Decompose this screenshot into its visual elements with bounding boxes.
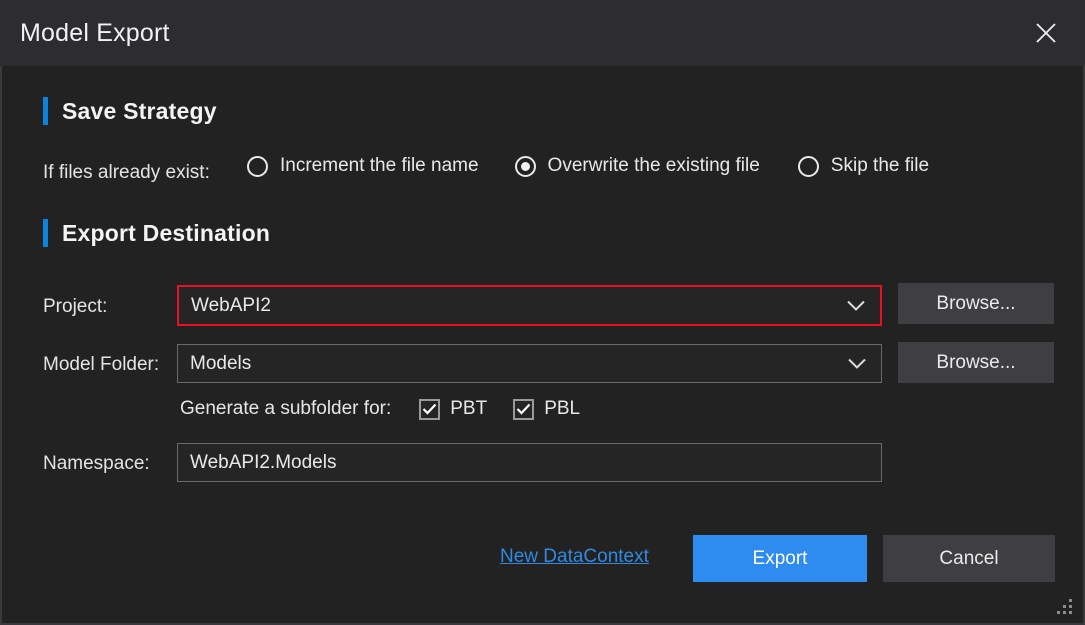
project-combobox[interactable]: WebAPI2 (177, 285, 882, 326)
radio-increment-file-name[interactable]: Increment the file name (247, 155, 479, 177)
model-folder-browse-label: Browse... (936, 351, 1016, 373)
checkbox-label: PBT (450, 398, 488, 419)
export-destination-title: Export Destination (62, 219, 271, 246)
close-button[interactable] (1025, 12, 1067, 54)
export-label: Export (752, 547, 808, 569)
checkbox-pbt[interactable]: PBT (419, 398, 487, 420)
radio-icon (514, 155, 536, 177)
namespace-value: WebAPI2.Models (190, 451, 337, 473)
save-strategy-header: Save Strategy (43, 97, 217, 125)
project-browse-button[interactable]: Browse... (898, 283, 1054, 324)
save-strategy-title: Save Strategy (62, 97, 217, 124)
radio-label: Overwrite the existing file (547, 155, 760, 176)
chevron-down-icon (847, 357, 867, 370)
radio-icon (247, 155, 268, 177)
radio-skip-file[interactable]: Skip the file (797, 155, 930, 177)
project-label: Project: (43, 296, 108, 317)
export-destination-header: Export Destination (43, 219, 270, 247)
checkbox-icon (419, 398, 441, 420)
new-datacontext-link[interactable]: New DataContext (500, 546, 649, 568)
checkbox-pbl[interactable]: PBL (513, 398, 580, 420)
radio-icon (797, 155, 819, 177)
checkbox-icon (513, 398, 535, 420)
cancel-button[interactable]: Cancel (883, 535, 1055, 582)
resize-grip-icon[interactable] (1057, 597, 1075, 615)
radio-label: Skip the file (830, 155, 930, 176)
chevron-down-icon (846, 299, 866, 312)
project-value: WebAPI2 (191, 294, 271, 316)
export-button[interactable]: Export (693, 535, 867, 582)
checkbox-label: PBL (544, 398, 581, 419)
save-strategy-radio-group: Increment the file name Overwrite the ex… (247, 155, 929, 177)
model-folder-browse-button[interactable]: Browse... (898, 342, 1054, 383)
section-accent-bar (43, 97, 48, 125)
radio-overwrite-existing-file[interactable]: Overwrite the existing file (514, 155, 760, 177)
close-icon (1034, 21, 1058, 45)
model-folder-label: Model Folder: (43, 354, 160, 375)
model-folder-combobox[interactable]: Models (177, 344, 882, 383)
subfolder-label: Generate a subfolder for: (180, 398, 392, 419)
section-accent-bar (43, 219, 48, 247)
title-bar: Model Export (0, 0, 1085, 66)
radio-label: Increment the file name (280, 155, 479, 176)
model-export-dialog: Model Export Save Strategy If files alre… (0, 0, 1085, 625)
cancel-label: Cancel (939, 547, 999, 569)
subfolder-options-row: Generate a subfolder for: PBT PBL (180, 398, 580, 420)
window-title: Model Export (20, 19, 170, 47)
namespace-label: Namespace: (43, 453, 150, 474)
model-folder-value: Models (190, 352, 252, 374)
files-exist-label: If files already exist: (43, 162, 210, 183)
namespace-input[interactable]: WebAPI2.Models (177, 443, 882, 482)
project-browse-label: Browse... (936, 292, 1016, 314)
